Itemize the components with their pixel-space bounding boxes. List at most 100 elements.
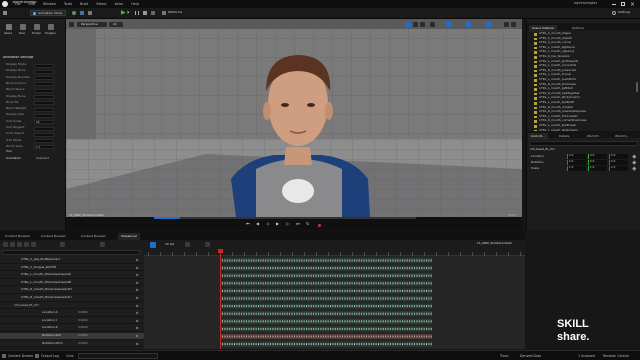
- tab-scene-outliner[interactable]: Scene Outliner: [529, 24, 558, 32]
- maximize-viewport-icon[interactable]: [511, 22, 516, 27]
- lit-button[interactable]: Lit: [109, 22, 123, 27]
- tab-anim-details[interactable]: Anim D...: [528, 132, 548, 140]
- keyframe-toggle-icon[interactable]: [135, 296, 139, 300]
- setting-field[interactable]: [34, 107, 54, 112]
- blueprint-icon[interactable]: [80, 11, 84, 15]
- output-log-button[interactable]: Output Log: [41, 354, 59, 358]
- step-forward-icon[interactable]: ▷: [286, 222, 289, 227]
- setting-field[interactable]: [34, 95, 54, 99]
- keyframe-toggle-icon[interactable]: [135, 266, 139, 270]
- mode-dropdown[interactable]: Animation Mode: [30, 10, 66, 16]
- cmd-dropdown[interactable]: Cmd: [66, 354, 73, 358]
- camera-icon[interactable]: [31, 242, 36, 247]
- setting-field[interactable]: [34, 69, 54, 74]
- track-search[interactable]: [2, 250, 140, 255]
- setting-field[interactable]: [34, 76, 54, 81]
- step-back-icon[interactable]: ◀: [256, 222, 259, 227]
- grid-snap-icon[interactable]: [446, 22, 451, 27]
- details-search[interactable]: [529, 141, 638, 146]
- track-row[interactable]: CTRL_R_mouth_thicknessInwardD: [0, 287, 144, 295]
- snapper-mode-icon[interactable]: [48, 24, 54, 30]
- selection-value[interactable]: Selected: [36, 157, 49, 161]
- output-log-icon[interactable]: [35, 354, 39, 358]
- menu-window[interactable]: Window: [43, 2, 56, 6]
- add-actor-icon[interactable]: [72, 11, 76, 15]
- add-key-icon[interactable]: [632, 160, 637, 165]
- tab-content-browser-2[interactable]: Content Browser: [38, 233, 69, 240]
- transform-value[interactable]: 1.0: [609, 166, 628, 171]
- outliner-scrollbar[interactable]: [636, 82, 638, 92]
- cinematics-icon[interactable]: [88, 11, 92, 15]
- setting-field[interactable]: [34, 126, 54, 131]
- add-key-icon[interactable]: [632, 154, 637, 159]
- transform-value[interactable]: 0.0: [609, 160, 628, 165]
- play-icon[interactable]: ▶: [276, 222, 279, 227]
- tab-content-browser-1[interactable]: Content Browser: [2, 233, 33, 240]
- render-icon[interactable]: [24, 242, 29, 247]
- setting-field[interactable]: [34, 139, 54, 144]
- track-value[interactable]: 0.0000: [78, 334, 88, 337]
- playhead-handle[interactable]: [218, 249, 223, 253]
- keyframe-toggle-icon[interactable]: [135, 334, 139, 338]
- content-drawer-icon[interactable]: [2, 354, 6, 358]
- play-icon[interactable]: ▶: [121, 9, 126, 16]
- tab-sequencer[interactable]: Sequencer: [118, 232, 141, 240]
- scale-icon[interactable]: [420, 22, 425, 27]
- minimize-icon[interactable]: [612, 4, 616, 5]
- keyframe-toggle-icon[interactable]: [135, 311, 139, 315]
- tab-outliner[interactable]: Outliner: [569, 25, 587, 32]
- track-value[interactable]: 0.0000: [78, 319, 88, 322]
- keyframe-toggle-icon[interactable]: [135, 273, 139, 277]
- setting-field[interactable]: [34, 113, 54, 118]
- transform-value[interactable]: 0.0: [588, 160, 607, 165]
- unreal-logo-icon[interactable]: [2, 1, 8, 7]
- fps-dropdown[interactable]: 30 fps: [165, 243, 174, 247]
- track-row[interactable]: CTRL_C_tongue_RollTilt: [0, 265, 144, 272]
- timeline-area[interactable]: [144, 249, 525, 349]
- tab-content-browser-3[interactable]: Content Browser: [78, 233, 109, 240]
- tab-world-partition[interactable]: World P...: [584, 133, 604, 140]
- add-key-icon[interactable]: [632, 166, 637, 171]
- keyframe-toggle-icon[interactable]: [135, 281, 139, 285]
- pose-mode-icon[interactable]: [20, 24, 26, 30]
- track-row[interactable]: Rotation.Pitch 0.0000: [0, 341, 144, 348]
- save-icon[interactable]: [3, 11, 7, 15]
- transform-value[interactable]: 1.0: [567, 166, 586, 171]
- menu-tools[interactable]: Tools: [64, 2, 72, 6]
- content-drawer-button[interactable]: Content Drawer: [8, 354, 33, 358]
- track-value[interactable]: 0.0000: [78, 311, 88, 314]
- close-icon[interactable]: ×: [630, 1, 635, 8]
- track-row[interactable]: CTRL_C_jaw_fwdBackward: [0, 257, 144, 264]
- skip-icon[interactable]: [151, 11, 155, 15]
- keyframe-toggle-icon[interactable]: [135, 326, 139, 331]
- setting-field[interactable]: [34, 132, 54, 137]
- track-row[interactable]: Location.X 0.0000: [0, 310, 144, 317]
- settings-button[interactable]: Settings: [612, 10, 638, 16]
- keyframe-toggle-icon[interactable]: [135, 342, 139, 346]
- transform-value[interactable]: 0.0: [567, 154, 586, 159]
- derived-data-button[interactable]: Derived Data: [520, 354, 541, 358]
- setting-field[interactable]: 1.0: [34, 145, 54, 150]
- loop-icon[interactable]: ↻: [306, 222, 309, 227]
- maximize-icon[interactable]: [621, 2, 625, 6]
- surface-snap-icon[interactable]: [430, 22, 435, 27]
- track-value[interactable]: 0.0000: [78, 326, 88, 329]
- setting-field[interactable]: [34, 88, 54, 93]
- setting-field[interactable]: [34, 82, 54, 87]
- perspective-button[interactable]: Perspective: [77, 22, 107, 27]
- track-value[interactable]: 0.0000: [78, 342, 88, 345]
- pointer-mode-icon[interactable]: [34, 24, 40, 30]
- go-start-icon[interactable]: ⏮: [246, 222, 250, 227]
- menu-build[interactable]: Build: [80, 2, 88, 6]
- track-row[interactable]: Rotation.Roll 0.0000: [0, 333, 144, 340]
- console-input[interactable]: [78, 353, 158, 359]
- track-row[interactable]: Location.Y 0.0000: [0, 318, 144, 325]
- save-sequence-icon[interactable]: [10, 242, 15, 247]
- level-viewport[interactable]: Perspective Lit: [66, 19, 522, 217]
- unsaved-badge[interactable]: 1 Unsaved: [578, 354, 595, 358]
- track-row[interactable]: CTRL_L_mouth_thicknessInwardU: [0, 272, 144, 279]
- rotate-icon[interactable]: [413, 22, 418, 27]
- viewport-menu-icon[interactable]: [69, 22, 74, 27]
- level-name[interactable]: TestPersonMap: [12, 1, 37, 5]
- platforms-button[interactable]: Platforms: [162, 10, 190, 16]
